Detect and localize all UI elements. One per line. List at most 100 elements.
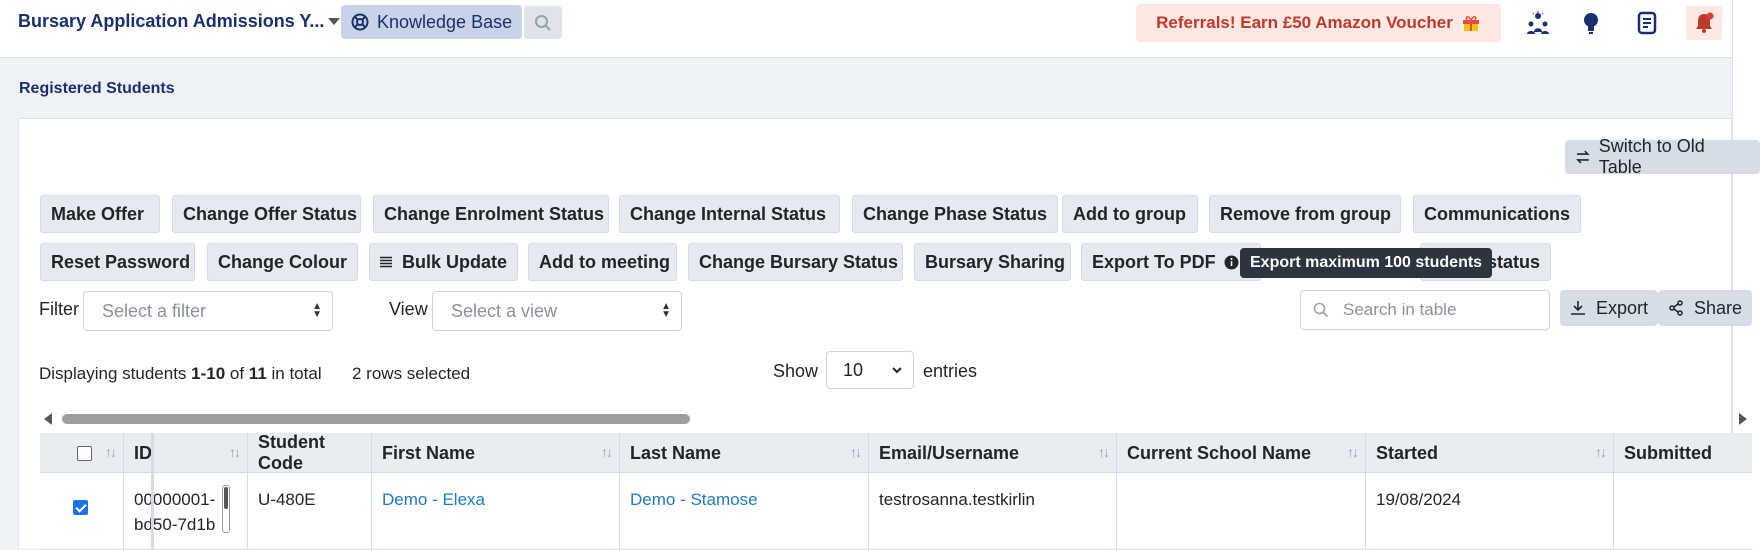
export-label: Export: [1596, 297, 1649, 318]
change-internal-status-button[interactable]: Change Internal Status: [619, 195, 840, 233]
scrollbar-thumb[interactable]: [62, 414, 690, 424]
download-icon: [1571, 301, 1585, 315]
column-header-first-name[interactable]: First Name ↑↓: [372, 433, 620, 473]
display-suffix: in total: [266, 364, 322, 383]
column-header-started[interactable]: Started ↑↓: [1366, 433, 1614, 473]
row-checkbox[interactable]: [73, 500, 88, 515]
filter-label: Filter: [39, 299, 79, 319]
share-icon: [1669, 300, 1683, 316]
first-name-cell: Demo - Elexa: [372, 473, 620, 550]
sort-icon: ↑↓: [229, 444, 241, 460]
knowledge-base-button[interactable]: Knowledge Base: [341, 5, 523, 39]
view-label: View: [389, 299, 428, 319]
table-row[interactable]: 00000001- bd50-7d1b U-480E Demo - Elexa …: [40, 473, 1752, 550]
sort-icon: ↑↓: [1595, 444, 1607, 460]
reset-password-button[interactable]: Reset Password: [40, 243, 195, 281]
remove-from-group-button[interactable]: Remove from group: [1209, 195, 1401, 233]
share-button[interactable]: Share: [1658, 290, 1753, 326]
table-header: ↑↓ ID ↑↓ Student Code First Name ↑↓ Last N…: [40, 432, 1752, 473]
submitted-cell: [1614, 473, 1752, 550]
add-to-group-button[interactable]: Add to group: [1062, 195, 1198, 233]
entries-per-page-select[interactable]: 10: [826, 351, 914, 389]
column-label: Current School Name: [1127, 442, 1312, 463]
global-search-button[interactable]: [524, 6, 562, 39]
change-phase-status-button[interactable]: Change Phase Status: [852, 195, 1058, 233]
school-cell: [1117, 473, 1366, 550]
bulk-update-label: Bulk Update: [401, 251, 507, 272]
display-prefix: Displaying students: [39, 364, 192, 383]
change-offer-status-button[interactable]: Change Offer Status: [172, 195, 361, 233]
page-title: Registered Students: [19, 80, 175, 97]
list-icon: [380, 256, 392, 268]
column-label: Started: [1376, 442, 1439, 463]
info-icon: [1224, 255, 1239, 269]
export-to-pdf-button[interactable]: Export To PDF: [1081, 243, 1261, 281]
share-label: Share: [1694, 297, 1743, 318]
column-header-school[interactable]: Current School Name ↑↓: [1117, 433, 1366, 473]
column-divider: [151, 433, 154, 550]
bulk-update-button[interactable]: Bulk Update: [369, 243, 518, 281]
column-header-student-code[interactable]: Student Code: [248, 432, 372, 473]
display-range: 1-10: [191, 364, 226, 383]
column-label: First Name: [382, 442, 476, 463]
select-all-header: ↑↓: [40, 433, 124, 473]
sort-icon[interactable]: ↑↓: [105, 444, 117, 460]
student-code-cell: U-480E: [248, 473, 372, 550]
make-offer-button[interactable]: Make Offer: [40, 195, 160, 233]
bursary-sharing-button[interactable]: Bursary Sharing: [914, 243, 1071, 281]
display-total: 11: [248, 364, 267, 383]
export-button[interactable]: Export: [1560, 290, 1659, 326]
referral-text: Referrals! Earn £50 Amazon Voucher: [1156, 13, 1453, 32]
id-cell: 00000001- bd50-7d1b: [124, 473, 248, 550]
entries-label: entries: [923, 361, 978, 381]
lightbulb-icon[interactable]: [1573, 6, 1609, 40]
caret-down-icon: [328, 18, 341, 25]
displaying-count: Displaying students 1-10 of 11 in total: [39, 364, 322, 384]
change-colour-button[interactable]: Change Colour: [207, 243, 358, 281]
first-name-link[interactable]: Demo - Elexa: [382, 490, 485, 509]
sort-icon: ↑↓: [601, 444, 613, 460]
scroll-left-arrow-icon[interactable]: [44, 413, 52, 425]
column-header-last-name[interactable]: Last Name ↑↓: [620, 433, 869, 473]
change-bursary-status-button[interactable]: Change Bursary Status: [688, 243, 903, 281]
referral-banner[interactable]: Referrals! Earn £50 Amazon Voucher: [1136, 4, 1501, 42]
switch-to-old-table-label: Switch to Old Table: [1598, 136, 1705, 177]
switch-to-old-table-button[interactable]: Switch to Old Table: [1565, 136, 1760, 177]
communications-button[interactable]: Communications: [1413, 195, 1581, 233]
app-title-dropdown[interactable]: Bursary Application Admissions Y...: [18, 11, 341, 32]
filter-placeholder: Select a filter: [102, 300, 207, 321]
knowledge-base-label: Knowledge Base: [377, 11, 513, 32]
rows-selected-text: 2 rows selected: [352, 364, 471, 383]
select-arrows-icon: ▲ ▼: [661, 301, 671, 320]
notifications-bell-icon[interactable]: [1686, 6, 1722, 40]
scroll-right-arrow-icon[interactable]: [1739, 413, 1747, 425]
sort-icon: ↑↓: [1347, 444, 1359, 460]
last-name-link[interactable]: Demo - Stamose: [630, 490, 758, 509]
lifebuoy-icon: [351, 13, 369, 31]
select-all-checkbox[interactable]: [77, 445, 92, 461]
show-label: Show: [773, 361, 819, 381]
column-header-email[interactable]: Email/Username ↑↓: [869, 433, 1117, 473]
change-enrolment-status-button[interactable]: Change Enrolment Status: [373, 195, 609, 233]
filter-select[interactable]: Select a filter ▲ ▼: [83, 291, 333, 331]
chevron-down-icon: [892, 367, 902, 374]
team-sparkle-icon[interactable]: [1520, 6, 1556, 40]
swap-arrows-icon: [1576, 150, 1590, 164]
column-header-id[interactable]: ID ↑↓: [124, 433, 248, 473]
column-label: Submitted: [1624, 442, 1712, 463]
column-label: ID: [134, 442, 152, 463]
export-tooltip: Export maximum 100 students: [1240, 248, 1493, 278]
table-search-input[interactable]: Search in table: [1300, 290, 1550, 330]
add-to-meeting-button[interactable]: Add to meeting: [528, 243, 677, 281]
view-select[interactable]: Select a view ▲ ▼: [432, 291, 682, 331]
search-icon: [1313, 302, 1329, 318]
column-header-submitted[interactable]: Submitted: [1614, 433, 1752, 473]
entries-value: 10: [843, 359, 864, 380]
column-label: Student Code: [258, 432, 325, 473]
notes-icon[interactable]: [1629, 6, 1665, 40]
last-name-cell: Demo - Stamose: [620, 473, 869, 550]
top-bar: Bursary Application Admissions Y... Know…: [0, 0, 1732, 58]
sort-icon: ↑↓: [850, 444, 862, 460]
gift-icon: [1462, 16, 1479, 31]
cell-scrollbar[interactable]: [222, 485, 230, 533]
